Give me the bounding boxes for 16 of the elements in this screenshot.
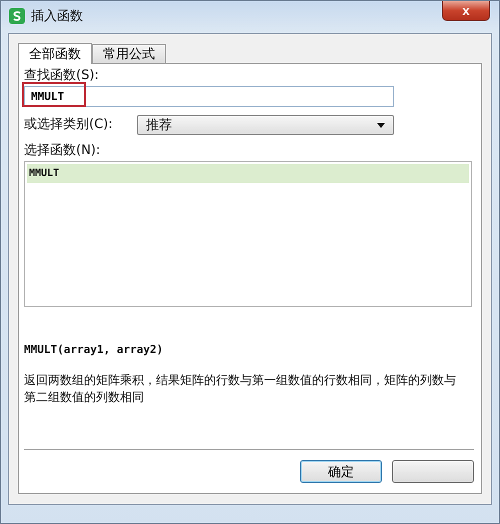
- function-item[interactable]: MMULT: [27, 164, 469, 183]
- window-title: 插入函数: [31, 8, 83, 25]
- app-logo-icon: [9, 8, 25, 24]
- dialog-button[interactable]: [392, 460, 474, 483]
- tab[interactable]: 全部函数: [18, 43, 92, 64]
- tab[interactable]: 常用公式: [92, 44, 166, 63]
- close-button[interactable]: x: [442, 1, 490, 21]
- function-signature: MMULT(array1, array2): [24, 343, 164, 356]
- function-description: 返回两数组的矩阵乘积，结果矩阵的行数与第一组数值的行数相同，矩阵的列数与第二组数值的列数相同: [24, 372, 457, 406]
- category-dropdown[interactable]: 推荐: [137, 115, 394, 135]
- field-label: 查找函数(S):: [24, 68, 100, 84]
- caret-icon: [377, 122, 385, 128]
- field-label: 或选择类别(C):: [24, 117, 114, 133]
- ok-button[interactable]: 确定: [300, 460, 382, 483]
- search-field[interactable]: MMULT: [24, 86, 394, 107]
- field-label: 选择函数(N):: [24, 143, 102, 159]
